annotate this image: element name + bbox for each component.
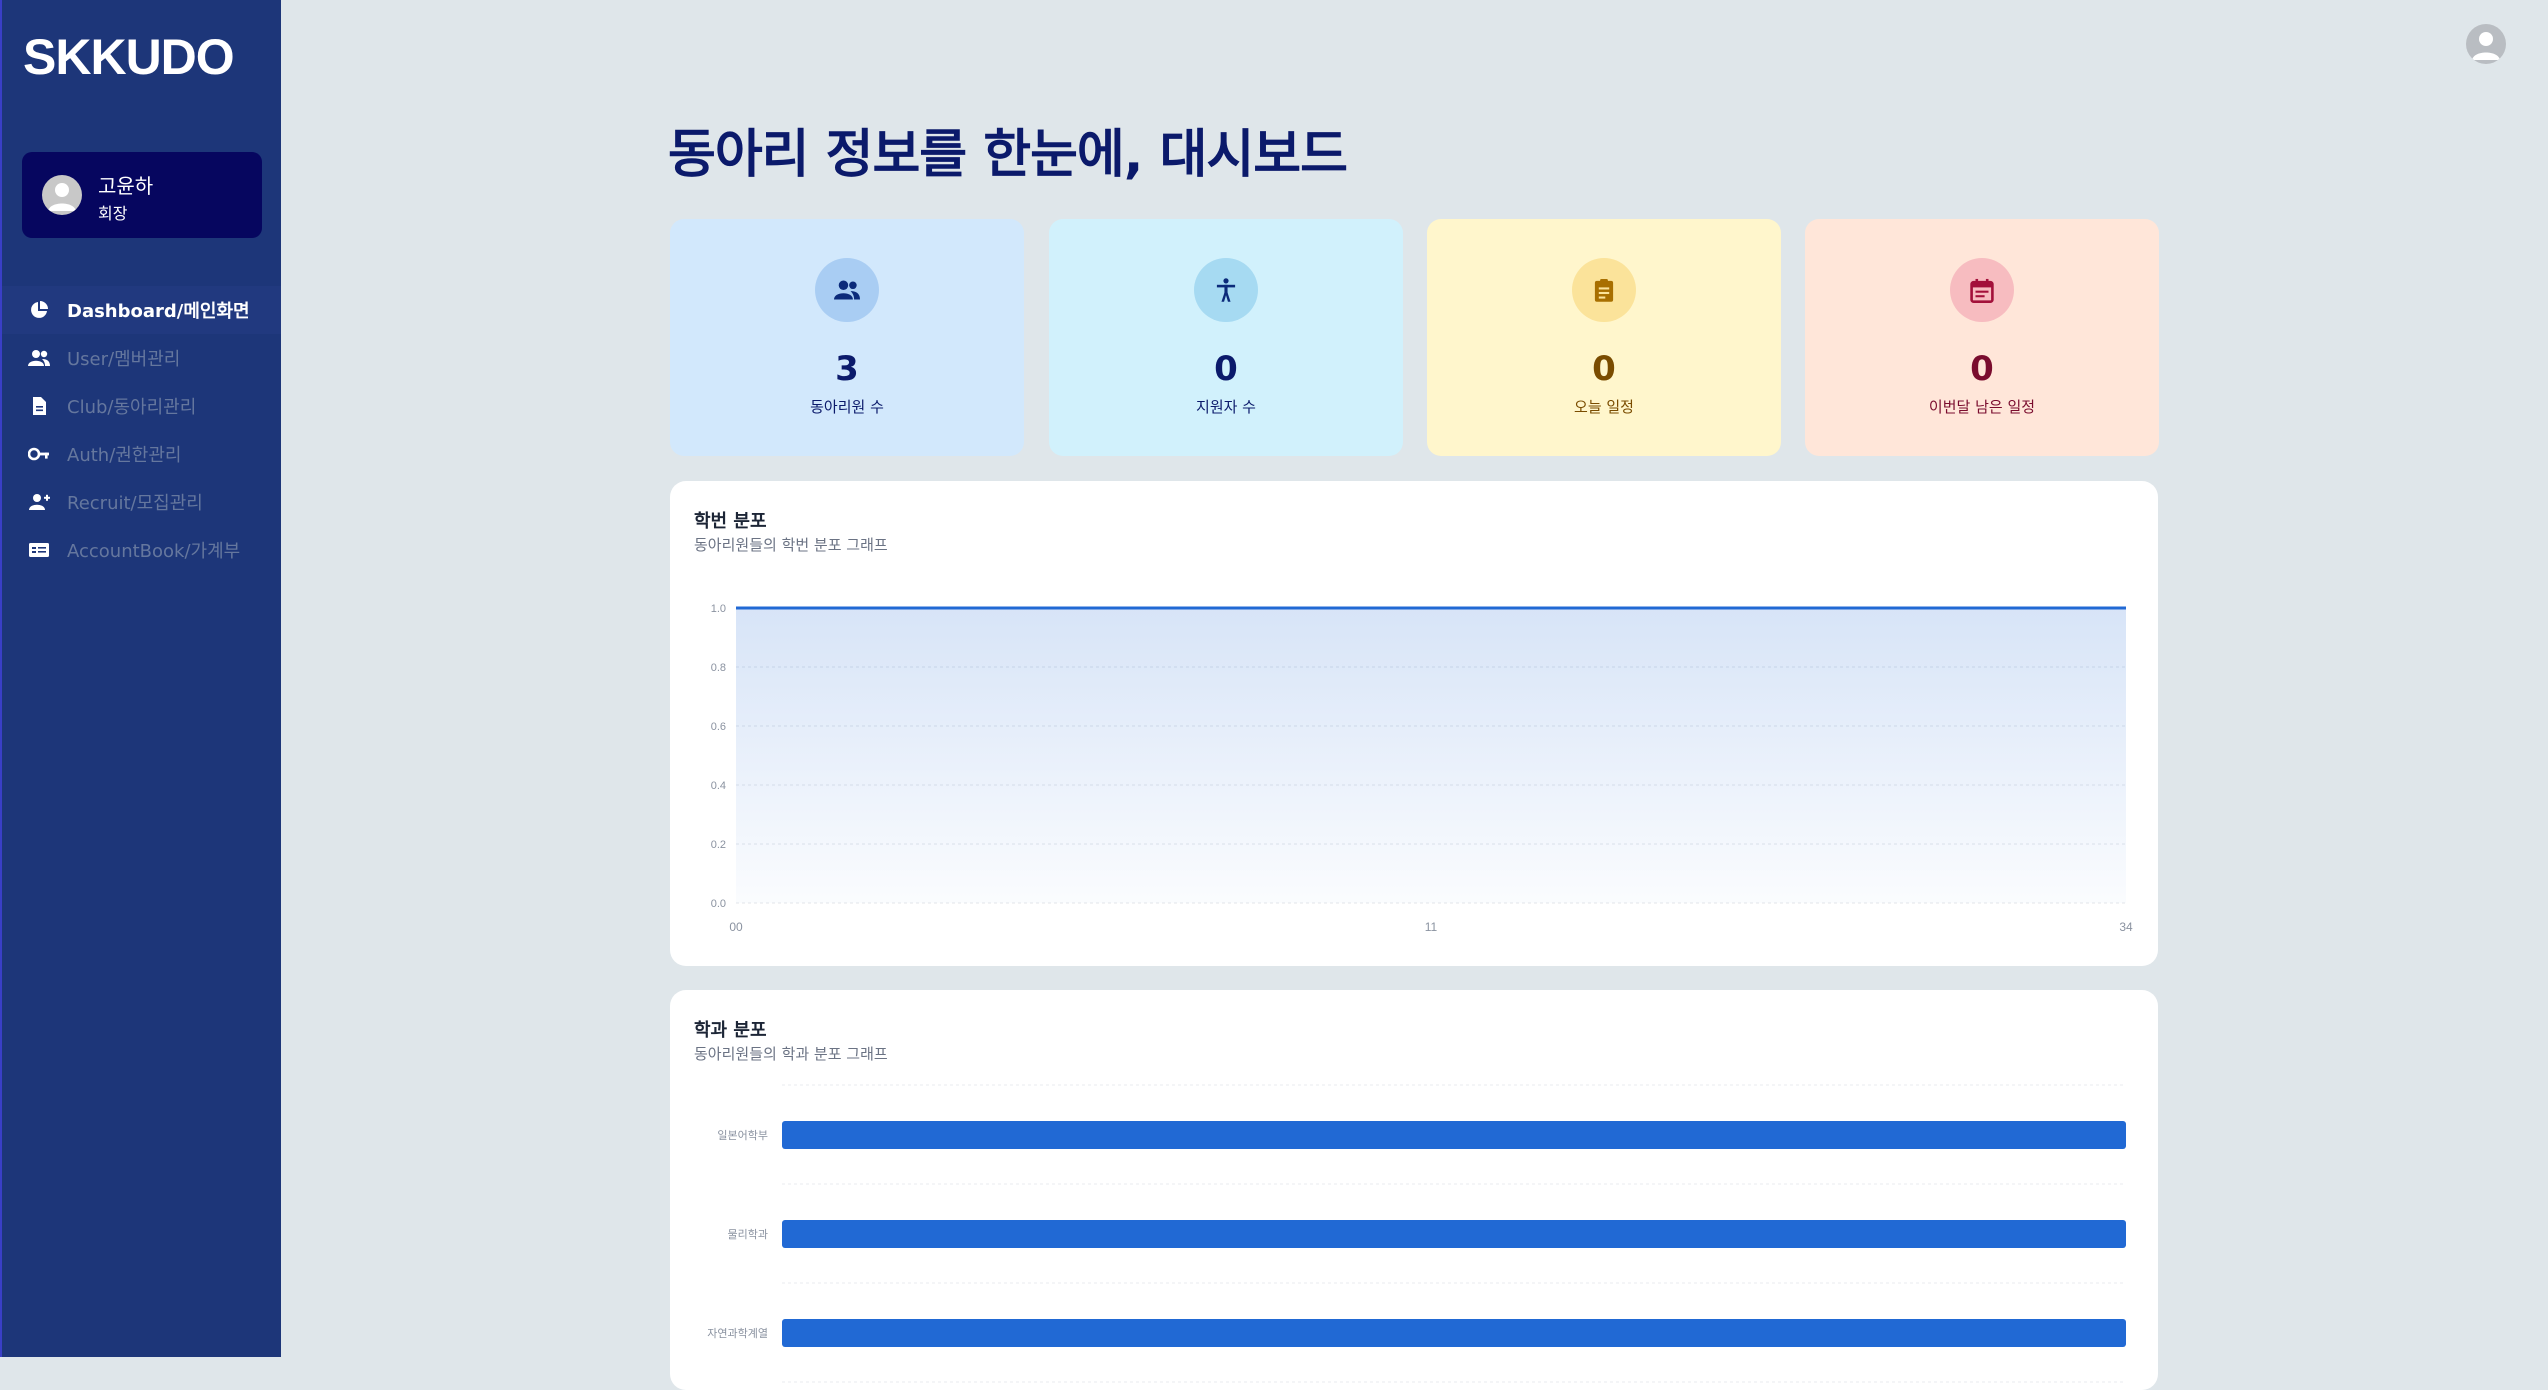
y-tick-label: 0.0: [711, 898, 726, 910]
stat-value: 0: [1592, 349, 1616, 389]
category-label: 일본어학부: [717, 1128, 768, 1142]
x-tick-label: 11: [1425, 920, 1438, 934]
department-distribution-panel: 학과 분포 동아리원들의 학과 분포 그래프 일본어학부 물리학과 자연과학계열: [670, 990, 2158, 1390]
person-add-icon: [26, 492, 52, 512]
department-bar-chart: 일본어학부물리학과자연과학계열: [707, 1084, 2126, 1383]
people-icon: [815, 258, 879, 322]
stat-value: 3: [835, 349, 859, 389]
x-tick-label: 00: [729, 920, 743, 934]
document-icon: [26, 396, 52, 416]
y-tick-label: 0.4: [711, 780, 726, 792]
sidebar-nav: Dashboard/메인화면 User/멤버관리 Club/동아리관리 Auth…: [2, 286, 281, 574]
user-name: 고윤하: [98, 174, 154, 198]
id-card-icon: [26, 540, 52, 560]
stat-label: 오늘 일정: [1574, 398, 1634, 416]
sidebar-item-label: AccountBook/가계부: [67, 541, 241, 562]
sidebar-item-user[interactable]: User/멤버관리: [2, 334, 281, 382]
bar: [782, 1319, 2126, 1347]
sidebar-item-auth[interactable]: Auth/권한관리: [2, 430, 281, 478]
user-avatar-icon: [42, 175, 82, 215]
page-title: 동아리 정보를 한눈에, 대시보드: [668, 125, 1348, 185]
area-fill: [736, 608, 2126, 903]
year-area-chart: 0.0 0.2 0.4 0.6 0.8 1.0 00 11 34: [711, 603, 2133, 934]
sidebar-item-label: Recruit/모집관리: [67, 493, 203, 514]
stat-label: 이번달 남은 일정: [1928, 398, 2036, 416]
user-profile-card[interactable]: 고윤하 회장: [22, 152, 262, 238]
pie-chart-icon: [26, 300, 52, 320]
category-label: 자연과학계열: [707, 1327, 768, 1340]
account-avatar-icon[interactable]: [2466, 24, 2506, 64]
clipboard-icon: [1572, 258, 1636, 322]
stat-card-month-schedule: 0 이번달 남은 일정: [1805, 219, 2159, 456]
sidebar-item-accountbook[interactable]: AccountBook/가계부: [2, 526, 281, 574]
stat-value: 0: [1970, 349, 1994, 389]
bar: [782, 1220, 2126, 1248]
stat-value: 0: [1214, 349, 1238, 389]
sidebar-item-label: User/멤버관리: [67, 349, 181, 370]
stat-card-applicants: 0 지원자 수: [1049, 219, 1403, 456]
year-distribution-panel: 학번 분포 동아리원들의 학번 분포 그래프 0.0 0.2 0.4 0.6 0.8 1.…: [670, 481, 2158, 966]
calendar-icon: [1950, 258, 2014, 322]
y-tick-label: 0.8: [711, 662, 726, 674]
stat-card-members: 3 동아리원 수: [670, 219, 1024, 456]
y-tick-label: 1.0: [711, 603, 726, 615]
user-role: 회장: [98, 204, 128, 223]
sidebar-item-label: Dashboard/메인화면: [67, 301, 250, 322]
bar: [782, 1121, 2126, 1149]
sidebar-item-recruit[interactable]: Recruit/모집관리: [2, 478, 281, 526]
sidebar-item-club[interactable]: Club/동아리관리: [2, 382, 281, 430]
sidebar-item-dashboard[interactable]: Dashboard/메인화면: [2, 286, 281, 334]
sidebar-item-label: Auth/권한관리: [67, 445, 182, 466]
sidebar-item-label: Club/동아리관리: [67, 397, 197, 418]
x-tick-label: 34: [2119, 920, 2133, 934]
key-icon: [26, 444, 52, 464]
category-label: 물리학과: [728, 1228, 768, 1241]
stat-card-today-schedule: 0 오늘 일정: [1427, 219, 1781, 456]
y-tick-label: 0.6: [711, 721, 726, 733]
stat-label: 지원자 수: [1196, 398, 1256, 416]
accessibility-icon: [1194, 258, 1258, 322]
people-icon: [26, 348, 52, 368]
app-logo[interactable]: SKKUDO: [23, 28, 235, 86]
y-tick-label: 0.2: [711, 839, 726, 851]
sidebar: SKKUDO 고윤하 회장 Dashboard/메인화면 User/멤버관리 C…: [0, 0, 281, 1357]
stat-label: 동아리원 수: [810, 398, 884, 416]
